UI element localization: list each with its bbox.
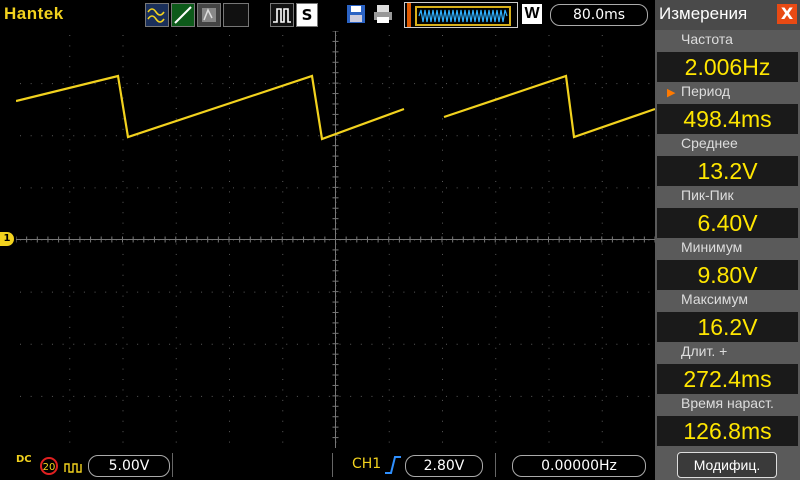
trigger-position-indicator [404, 2, 518, 28]
ch1-ground-marker[interactable]: 1 [0, 232, 14, 246]
rising-edge-icon [384, 455, 402, 479]
trigger-marker [407, 3, 411, 27]
run-stop-icon[interactable] [270, 3, 294, 27]
sine-wave-icon[interactable] [145, 3, 169, 27]
persist-icon[interactable] [197, 3, 221, 27]
measure-label-mean: Среднее [681, 135, 738, 151]
trigger-source[interactable]: CH1 [352, 456, 381, 472]
panel-header: Измерения X [655, 0, 800, 30]
single-trigger-button[interactable]: S [296, 3, 318, 27]
measurements-panel: Измерения X Частота 2.006Hz ▶ Период 498… [655, 0, 800, 480]
volts-div-readout[interactable]: 5.00V [88, 455, 170, 477]
measure-value-rise-time[interactable]: 126.8ms [657, 416, 798, 446]
measure-label-maximum: Максимум [681, 291, 748, 307]
measure-value-maximum[interactable]: 16.2V [657, 312, 798, 342]
ch1-trace-segment [443, 74, 655, 139]
frequency-counter: 0.00000Hz [512, 455, 646, 477]
measure-label-positive-width: Длит. + [681, 343, 728, 359]
ch1-trace-segment [16, 74, 405, 141]
panel-title: Измерения [659, 4, 748, 23]
brand-logo: Hantek [4, 4, 64, 23]
timebase-readout[interactable]: 80.0ms [550, 4, 648, 26]
measure-label-period: Период [681, 83, 731, 99]
probe-icon [64, 459, 84, 478]
coupling-indicator: DC [16, 455, 32, 465]
measure-value-period[interactable]: 498.4ms [657, 104, 798, 134]
divider [332, 453, 333, 477]
measure-value-mean[interactable]: 13.2V [657, 156, 798, 186]
measure-value-positive-width[interactable]: 272.4ms [657, 364, 798, 394]
bandwidth-limit-badge[interactable]: 20 [40, 457, 58, 475]
close-icon[interactable]: X [777, 4, 797, 24]
waveform-window [415, 6, 511, 26]
ch1-marker-label: 1 [3, 233, 11, 244]
waveform-display[interactable] [16, 31, 655, 448]
measure-value-peak-to-peak[interactable]: 6.40V [657, 208, 798, 238]
trigger-level-readout[interactable]: 2.80V [405, 455, 483, 477]
measure-label-rise-time: Время нараст. [681, 395, 774, 411]
print-icon[interactable] [372, 3, 394, 25]
measure-label-minimum: Минимум [681, 239, 743, 255]
modify-button[interactable]: Модифиц. [677, 452, 777, 478]
usb-icon [322, 3, 342, 25]
status-bar: DC 20 5.00V CH1 2.80V 0.00000Hz [0, 450, 655, 480]
measure-label-frequency: Частота [681, 31, 733, 47]
save-icon[interactable] [345, 3, 367, 25]
ramp-icon[interactable] [171, 3, 195, 27]
divider [172, 453, 173, 477]
measure-value-minimum[interactable]: 9.80V [657, 260, 798, 290]
measure-value-frequency[interactable]: 2.006Hz [657, 52, 798, 82]
divider [495, 453, 496, 477]
top-toolbar: Hantek S W 80.0ms [0, 0, 655, 30]
window-mode-button[interactable]: W [522, 4, 542, 24]
coupling-label: DC [16, 454, 32, 465]
measure-label-peak-to-peak: Пик-Пик [681, 187, 734, 203]
acquire-mode-icon[interactable] [223, 3, 249, 27]
graticule [16, 31, 655, 448]
